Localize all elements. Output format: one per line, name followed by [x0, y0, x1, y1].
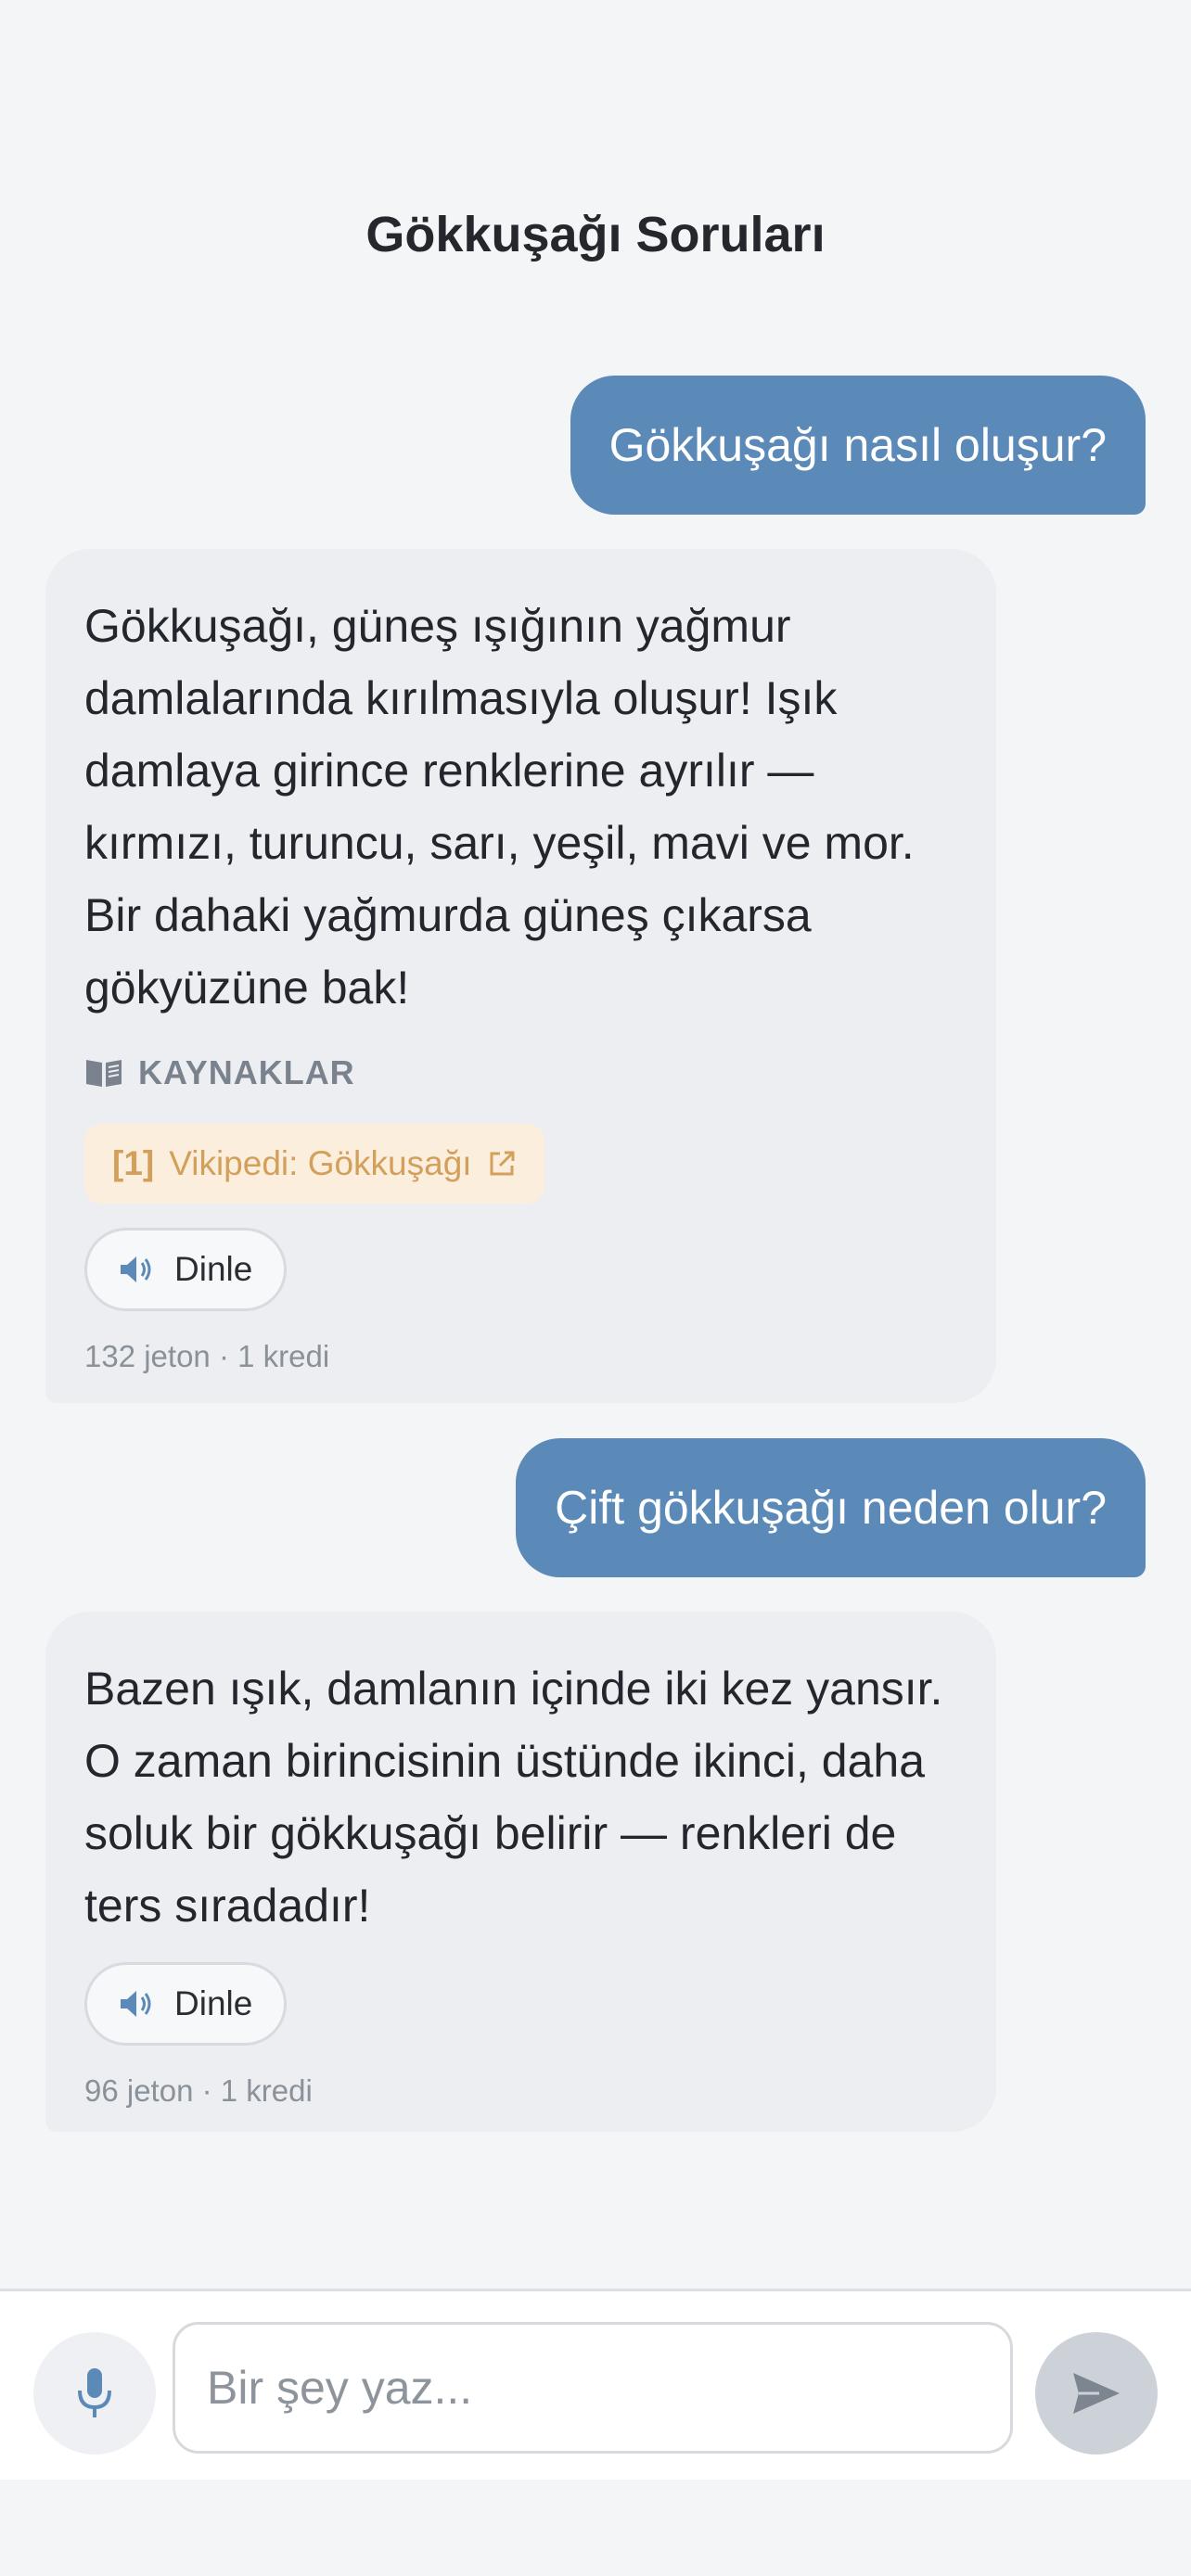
assistant-message: Bazen ışık, damlanın içinde iki kez yans…: [45, 1612, 996, 2132]
chat-screen: Gökkuşağı Soruları Gökkuşağı nasıl oluşu…: [0, 0, 1191, 2576]
message-input[interactable]: [173, 2322, 1013, 2454]
speaker-icon: [121, 1256, 151, 1282]
speaker-icon: [121, 1991, 151, 2017]
page-title: Gökkuşağı Soruları: [365, 207, 826, 262]
source-link[interactable]: [1] Vikipedi: Gökkuşağı: [84, 1124, 544, 1204]
book-icon: [86, 1060, 122, 1087]
usage-meta: 132 jeton · 1 kredi: [84, 1339, 330, 1373]
microphone-button[interactable]: [33, 2332, 156, 2455]
microphone-icon: [78, 2368, 111, 2417]
listen-label: Dinle: [174, 1250, 253, 1288]
assistant-message-text: Gökkuşağı, güneş ışığının yağmur damlala…: [84, 600, 915, 1014]
usage-meta: 96 jeton · 1 kredi: [84, 2073, 313, 2108]
send-button[interactable]: [1035, 2332, 1158, 2455]
listen-button[interactable]: Dinle: [84, 1228, 288, 1311]
listen-label: Dinle: [174, 1984, 253, 2022]
message-composer: [0, 2289, 1191, 2480]
assistant-message: Gökkuşağı, güneş ışığının yağmur damlala…: [45, 549, 996, 1403]
assistant-message-text: Bazen ışık, damlanın içinde iki kez yans…: [84, 1663, 943, 1932]
source-title: Vikipedi: Gökkuşağı: [169, 1144, 472, 1182]
sources-label: KAYNAKLAR: [138, 1053, 355, 1091]
source-index: [1]: [112, 1144, 155, 1182]
user-message: Çift gökkuşağı neden olur?: [516, 1438, 1146, 1577]
send-icon: [1073, 2373, 1120, 2414]
listen-button[interactable]: Dinle: [84, 1962, 288, 2046]
sources-header: KAYNAKLAR: [84, 1053, 957, 1092]
external-link-icon: [490, 1151, 515, 1176]
user-message: Gökkuşağı nasıl oluşur?: [570, 376, 1146, 515]
